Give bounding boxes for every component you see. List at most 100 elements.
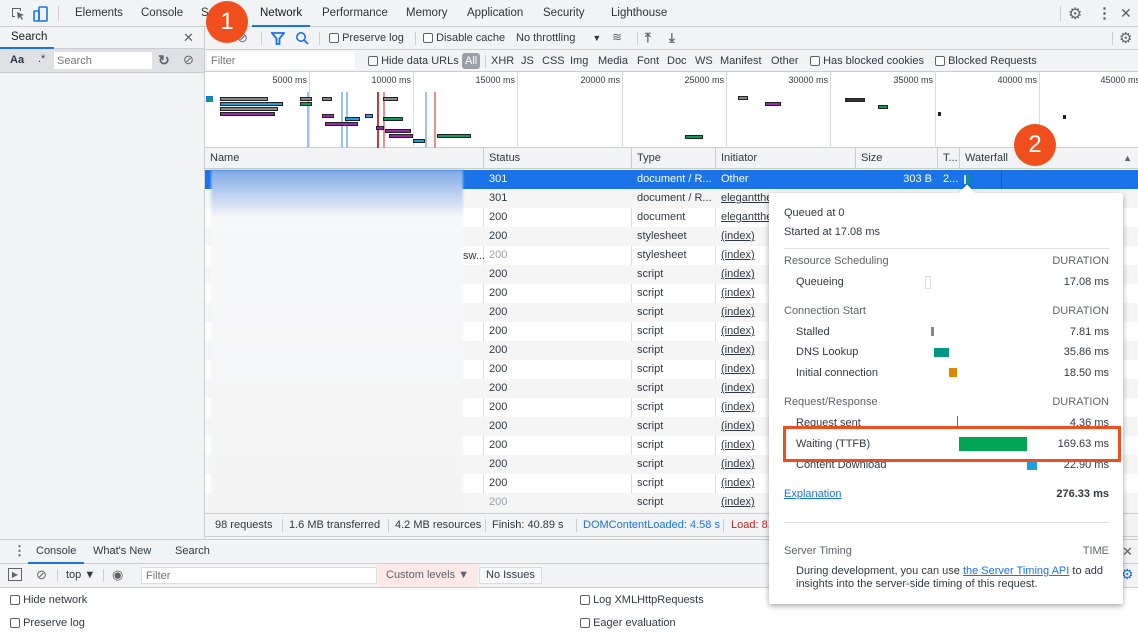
- eager-evaluation-checkbox[interactable]: Eager evaluation: [580, 617, 676, 629]
- type-filter-manifest[interactable]: Manifest: [720, 50, 762, 72]
- tab-console[interactable]: Console: [133, 0, 191, 27]
- explanation-link[interactable]: Explanation: [784, 488, 842, 500]
- cell-initiator[interactable]: Other: [716, 170, 855, 189]
- log-levels-select[interactable]: Custom levels ▼: [378, 564, 478, 587]
- match-case-button[interactable]: Aa: [10, 54, 24, 66]
- clear-console-icon[interactable]: ⊘: [36, 567, 47, 583]
- issues-button[interactable]: No Issues: [479, 567, 542, 584]
- name-tail: sw...: [463, 250, 486, 262]
- regex-button[interactable]: .*: [38, 53, 45, 65]
- tab-lighthouse[interactable]: Lighthouse: [603, 0, 675, 27]
- column-header-status[interactable]: Status: [483, 148, 631, 169]
- initial-connection-bar: [949, 368, 957, 377]
- console-filter-input[interactable]: [141, 567, 377, 584]
- hide-data-urls-checkbox[interactable]: Hide data URLs: [368, 50, 459, 72]
- queueing-bar: [925, 276, 931, 289]
- timing-label-initial-connection: Initial connection: [796, 367, 878, 379]
- overview-bar: [413, 139, 425, 143]
- tab-application[interactable]: Application: [459, 0, 531, 27]
- column-header-type[interactable]: Type: [631, 148, 715, 169]
- cell-status: 200: [489, 401, 508, 413]
- close-devtools-icon[interactable]: ✕: [1120, 5, 1132, 22]
- close-drawer-icon[interactable]: ✕: [1122, 544, 1133, 560]
- search-input[interactable]: [54, 52, 152, 69]
- type-filter-all[interactable]: All: [462, 53, 481, 69]
- has-blocked-cookies-checkbox[interactable]: Has blocked cookies: [810, 50, 924, 72]
- overview-bar: [322, 97, 332, 101]
- drawer-tab-search[interactable]: Search: [175, 540, 210, 563]
- overview-bar: [685, 135, 703, 139]
- type-filter-other[interactable]: Other: [771, 50, 799, 72]
- annotation-badge-1: 1: [206, 1, 248, 43]
- cell-type: script: [637, 477, 664, 489]
- filter-input[interactable]: [207, 52, 355, 69]
- hide-network-checkbox[interactable]: Hide network: [10, 594, 87, 606]
- type-filter-css[interactable]: CSS: [542, 50, 565, 72]
- cell-status: 200: [489, 230, 508, 242]
- cell-status: 200: [489, 382, 508, 394]
- network-settings-icon[interactable]: ⚙: [1119, 29, 1132, 47]
- tab-performance[interactable]: Performance: [314, 0, 396, 27]
- server-timing-api-link[interactable]: the Server Timing API: [963, 565, 1069, 577]
- close-search-icon[interactable]: ✕: [183, 30, 194, 46]
- live-expression-eye-icon[interactable]: ◉: [112, 567, 123, 583]
- log-xmlhttprequests-checkbox[interactable]: Log XMLHttpRequests: [580, 594, 704, 606]
- load-marker: [377, 92, 379, 148]
- sort-ascending-icon: ▲: [1123, 153, 1132, 163]
- overview-bar: [878, 105, 888, 109]
- section-server-timing: Server Timing: [784, 545, 852, 557]
- overview-bar: [220, 97, 268, 101]
- type-filter-doc[interactable]: Doc: [667, 50, 687, 72]
- drawer-menu-icon[interactable]: ⋮: [13, 543, 26, 559]
- refresh-icon[interactable]: ↻: [158, 52, 170, 69]
- type-filter-media[interactable]: Media: [598, 50, 628, 72]
- import-har-icon[interactable]: ⤒: [645, 30, 651, 46]
- cell-status: 200: [489, 477, 508, 489]
- cell-status: 200: [489, 211, 508, 223]
- show-sidebar-icon[interactable]: ▶: [8, 568, 22, 581]
- column-header-initiator[interactable]: Initiator: [715, 148, 855, 169]
- tab-elements[interactable]: Elements: [67, 0, 131, 27]
- type-filter-js[interactable]: JS: [521, 50, 534, 72]
- more-options-icon[interactable]: ⋮: [1097, 4, 1112, 22]
- section-connection-start: Connection Start: [784, 305, 866, 317]
- column-header-size[interactable]: Size: [855, 148, 937, 169]
- tab-network[interactable]: Network: [252, 0, 311, 27]
- search-tab[interactable]: Search: [0, 27, 54, 49]
- network-conditions-icon[interactable]: ≋: [612, 30, 622, 44]
- timing-value-initial-connection: 18.50 ms: [1063, 367, 1109, 379]
- console-preserve-log-checkbox[interactable]: Preserve log: [10, 617, 85, 629]
- preserve-log-checkbox[interactable]: Preserve log: [329, 27, 404, 49]
- search-icon[interactable]: [295, 31, 309, 45]
- redacted-names: [211, 170, 463, 512]
- export-har-icon[interactable]: ⤓: [669, 30, 675, 46]
- requests-table-header: Name Status Type Initiator Size T... Wat…: [205, 148, 1138, 169]
- column-header-name[interactable]: Name: [205, 148, 483, 169]
- tab-memory[interactable]: Memory: [398, 0, 456, 27]
- device-toolbar-icon[interactable]: [33, 6, 49, 22]
- column-header-time[interactable]: T...: [937, 148, 959, 169]
- overview-tick-label: 10000 ms: [371, 75, 411, 85]
- timing-popover: Queued at 0 Started at 17.08 ms Resource…: [769, 184, 1123, 604]
- settings-gear-icon[interactable]: ⚙: [1068, 4, 1082, 24]
- type-filter-xhr[interactable]: XHR: [491, 50, 514, 72]
- clear-icon[interactable]: ⊘: [183, 52, 194, 68]
- type-filter-ws[interactable]: WS: [695, 50, 713, 72]
- duration-header: DURATION: [1052, 305, 1109, 317]
- drawer-tab-whats-new[interactable]: What's New: [93, 540, 151, 563]
- tab-security[interactable]: Security: [535, 0, 593, 27]
- overview-tick-label: 35000 ms: [893, 75, 933, 85]
- type-filter-img[interactable]: Img: [570, 50, 588, 72]
- throttling-select[interactable]: No throttling ▼: [516, 27, 601, 49]
- context-selector[interactable]: top ▼: [66, 564, 95, 586]
- filter-icon[interactable]: [271, 32, 285, 45]
- type-filter-font[interactable]: Font: [637, 50, 659, 72]
- section-resource-scheduling: Resource Scheduling: [784, 255, 889, 267]
- disable-cache-checkbox[interactable]: Disable cache: [423, 27, 505, 49]
- inspect-element-icon[interactable]: [10, 6, 26, 22]
- overview-bar: [383, 117, 403, 121]
- drawer-tab-console[interactable]: Console: [28, 540, 85, 564]
- blocked-requests-checkbox[interactable]: Blocked Requests: [935, 50, 1037, 72]
- network-overview-timeline[interactable]: 5000 ms 10000 ms 15000 ms 20000 ms 25000…: [205, 72, 1138, 148]
- cell-type: script: [637, 458, 664, 470]
